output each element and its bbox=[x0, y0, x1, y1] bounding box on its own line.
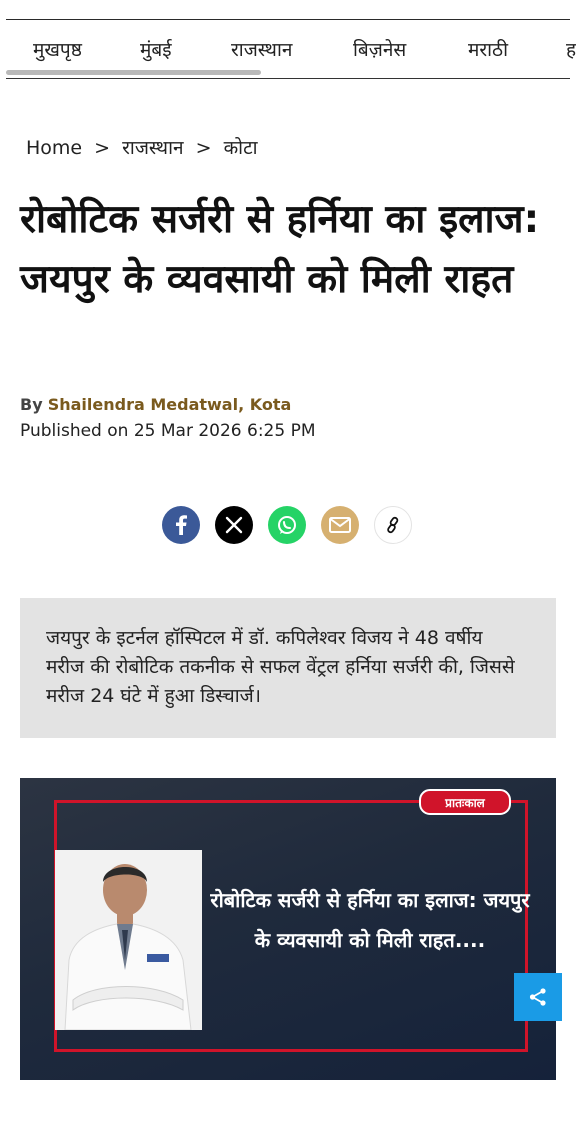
email-icon bbox=[329, 517, 351, 533]
whatsapp-share-button[interactable] bbox=[268, 506, 306, 544]
top-divider bbox=[6, 19, 570, 20]
published-date: Published on 25 Mar 2026 6:25 PM bbox=[20, 421, 316, 441]
nav-item-home[interactable]: मुखपृष्ठ bbox=[33, 36, 82, 62]
nav-item-mumbai[interactable]: मुंबई bbox=[140, 36, 172, 62]
article-headline: रोबोटिक सर्जरी से हर्निया का इलाज: जयपुर… bbox=[20, 197, 540, 302]
by-label: By bbox=[20, 395, 43, 414]
share-buttons bbox=[162, 506, 422, 546]
hero-caption: रोबोटिक सर्जरी से हर्निया का इलाज: जयपुर… bbox=[210, 888, 530, 952]
breadcrumb-section[interactable]: राजस्थान bbox=[122, 137, 183, 159]
author-link[interactable]: Shailendra Medatwal, Kota bbox=[48, 395, 292, 414]
share-icon bbox=[529, 988, 546, 1006]
breadcrumb-separator: > bbox=[94, 137, 111, 159]
doctor-portrait-icon bbox=[55, 850, 202, 1031]
hero-image: प्रातःकाल रोबोटिक सर्जरी से हर्निया का इ… bbox=[20, 778, 556, 1080]
breadcrumb-separator: > bbox=[195, 137, 212, 159]
category-nav: मुखपृष्ठ मुंबई राजस्थान बिज़नेस मराठी ह bbox=[0, 30, 576, 70]
copy-link-button[interactable] bbox=[374, 506, 412, 544]
facebook-share-button[interactable] bbox=[162, 506, 200, 544]
nav-item-rajasthan[interactable]: राजस्थान bbox=[231, 36, 292, 62]
email-share-button[interactable] bbox=[321, 506, 359, 544]
nav-item-partial[interactable]: ह bbox=[566, 36, 576, 62]
nav-item-business[interactable]: बिज़नेस bbox=[353, 36, 406, 62]
whatsapp-icon bbox=[278, 516, 296, 534]
doctor-photo bbox=[55, 850, 202, 1031]
byline: By Shailendra Medatwal, Kota bbox=[20, 395, 291, 414]
nav-item-marathi[interactable]: मराठी bbox=[468, 36, 508, 62]
facebook-icon bbox=[176, 515, 187, 535]
article-summary: जयपुर के इटर्नल हॉस्पिटल में डॉ. कपिलेश्… bbox=[20, 598, 556, 738]
link-icon bbox=[387, 516, 399, 534]
x-icon bbox=[225, 516, 243, 534]
breadcrumb-home[interactable]: Home bbox=[26, 137, 82, 159]
breadcrumb-city[interactable]: कोटा bbox=[224, 137, 258, 159]
x-share-button[interactable] bbox=[215, 506, 253, 544]
breadcrumb: Home > राजस्थान > कोटा bbox=[26, 134, 258, 160]
nav-scrollbar[interactable] bbox=[6, 70, 261, 75]
nav-divider bbox=[6, 78, 570, 79]
publisher-logo: प्रातःकाल bbox=[419, 789, 511, 815]
floating-share-button[interactable] bbox=[514, 973, 562, 1021]
